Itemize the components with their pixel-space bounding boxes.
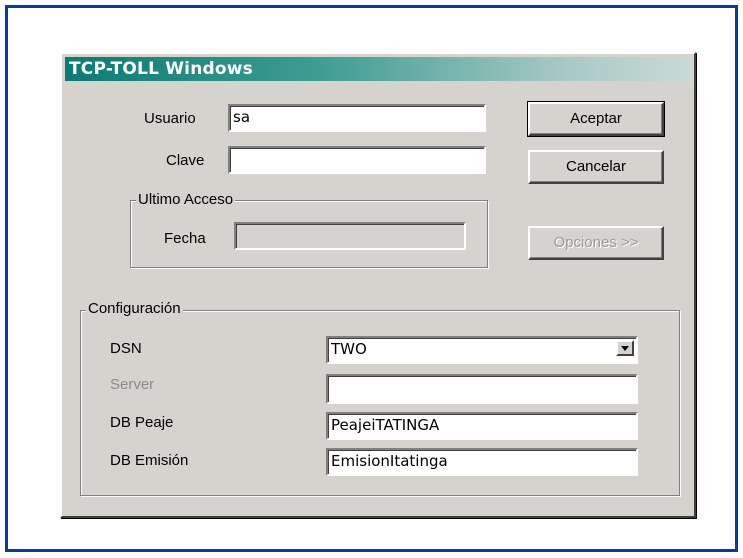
db-emision-label: DB Emisión	[110, 452, 189, 469]
dsn-select[interactable]: TWO	[326, 336, 638, 364]
dsn-value: TWO	[331, 340, 367, 358]
login-dialog: TCP-TOLL Windows Usuario sa Clave Ultimo…	[60, 52, 696, 518]
dsn-label: DSN	[110, 340, 142, 357]
usuario-label: Usuario	[144, 110, 196, 127]
cancelar-button[interactable]: Cancelar	[528, 150, 664, 184]
ultimo-acceso-legend: Ultimo Acceso	[136, 191, 236, 208]
opciones-button[interactable]: Opciones >>	[528, 226, 664, 260]
clave-label: Clave	[166, 152, 205, 169]
db-peaje-label: DB Peaje	[110, 414, 174, 431]
fecha-label: Fecha	[164, 230, 206, 247]
db-emision-input[interactable]: EmisionItatinga	[326, 448, 638, 476]
dialog-title[interactable]: TCP-TOLL Windows	[65, 57, 691, 81]
server-label: Server	[110, 376, 155, 393]
db-peaje-input[interactable]: PeajeiTATINGA	[326, 412, 638, 440]
aceptar-button[interactable]: Aceptar	[527, 101, 665, 137]
clave-input[interactable]	[228, 146, 486, 174]
server-input[interactable]	[326, 374, 638, 404]
chevron-down-icon[interactable]	[616, 340, 634, 356]
usuario-input[interactable]: sa	[228, 104, 486, 132]
fecha-field	[234, 222, 466, 250]
configuracion-legend: Configuración	[86, 300, 183, 317]
